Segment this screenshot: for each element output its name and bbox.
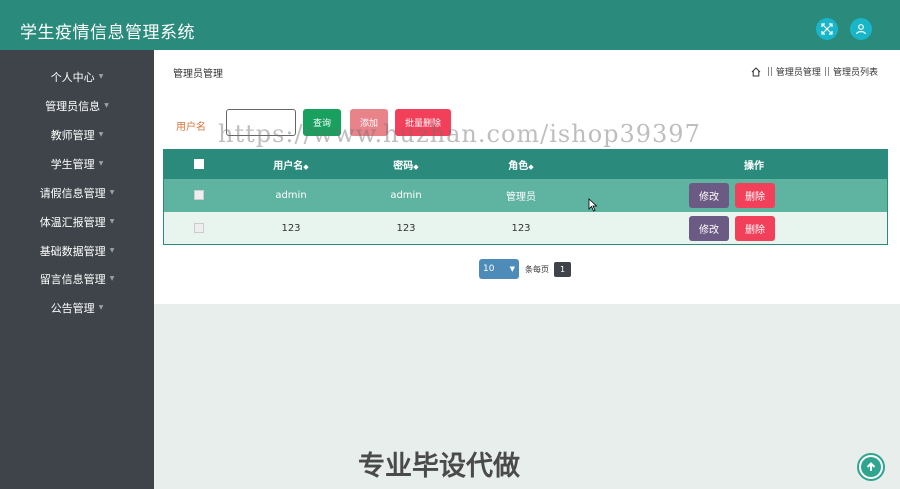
cell-password: 123 [396, 222, 416, 234]
column-header-role[interactable]: 角色◆ [466, 157, 576, 172]
page-size-select[interactable]: 10 ▼ [479, 259, 519, 279]
sidebar-item-leave[interactable]: 请假信息管理 ▼ [0, 178, 154, 207]
delete-button[interactable]: 删除 [735, 183, 775, 208]
sidebar-item-label: 留言信息管理 [39, 272, 106, 286]
page-size-value: 10 [483, 264, 495, 274]
row-checkbox[interactable] [192, 222, 206, 234]
chevron-down-icon: ▼ [109, 218, 115, 225]
cell-role: 管理员 [506, 192, 536, 203]
add-button[interactable]: 添加 [350, 109, 388, 136]
page-number-current[interactable]: 1 [554, 261, 571, 277]
sidebar-item-teachers[interactable]: 教师管理 ▼ [0, 120, 154, 149]
breadcrumb-item-admin[interactable]: 管理员管理 [776, 65, 821, 78]
sidebar-item-profile[interactable]: 个人中心 ▼ [0, 62, 154, 91]
sidebar-item-label: 请假信息管理 [39, 186, 106, 200]
cell-role: 123 [511, 222, 531, 234]
table-row: admin admin 管理员 修改 删除 [164, 179, 887, 212]
chevron-down-icon: ▼ [98, 304, 104, 311]
select-all-checkbox[interactable] [192, 159, 206, 170]
sidebar-item-admin-info[interactable]: 管理员信息 ▼ [0, 91, 154, 120]
home-icon[interactable] [751, 66, 761, 77]
sidebar-item-label: 体温汇报管理 [39, 215, 106, 229]
breadcrumb-item-list: 管理员列表 [832, 68, 878, 78]
chevron-down-icon: ▼ [98, 131, 104, 138]
sort-icon[interactable]: ◆ [303, 163, 308, 171]
cell-password: admin [390, 190, 422, 201]
table-header: 用户名◆ 密码◆ 角色◆ 操作 [164, 150, 887, 179]
chevron-down-icon: ▼ [98, 160, 104, 167]
page-title: 管理员管理 [173, 69, 223, 80]
column-header-actions: 操作 [744, 161, 764, 172]
sidebar-item-messages[interactable]: 留言信息管理 ▼ [0, 264, 154, 293]
delete-button[interactable]: 删除 [735, 215, 775, 241]
sidebar-item-notices[interactable]: 公告管理 ▼ [0, 293, 154, 322]
chevron-down-icon: ▼ [104, 102, 109, 109]
chevron-down-icon: ▼ [98, 73, 104, 80]
sidebar-item-label: 教师管理 [50, 128, 95, 142]
sidebar-item-label: 基础数据管理 [39, 244, 106, 258]
sidebar-item-label: 管理员信息 [45, 99, 101, 113]
query-button[interactable]: 查询 [303, 109, 341, 136]
sidebar-item-base-data[interactable]: 基础数据管理 ▼ [0, 236, 154, 265]
username-search-input[interactable] [226, 109, 296, 136]
edit-button[interactable]: 修改 [689, 215, 729, 241]
chevron-down-icon: ▼ [109, 247, 115, 254]
cell-username: admin [275, 190, 307, 201]
sidebar-item-label: 个人中心 [50, 70, 95, 84]
sort-icon[interactable]: ◆ [413, 163, 418, 171]
arrow-up-icon [866, 462, 876, 471]
fullscreen-button[interactable] [816, 18, 838, 40]
cell-username: 123 [281, 222, 301, 234]
breadcrumb: || 管理员管理 || 管理员列表 [751, 65, 878, 78]
user-menu-button[interactable] [850, 18, 872, 40]
app-title: 学生疫情信息管理系统 [20, 23, 195, 43]
content-panel: 管理员管理 || 管理员管理 || 管理员列表 用户名 查询 添加 批量删除 用… [154, 50, 900, 304]
breadcrumb-separator: || [766, 66, 773, 77]
table-row: 123 123 123 修改 删除 [164, 212, 887, 244]
username-search-label: 用户名 [176, 122, 206, 133]
chevron-down-icon: ▼ [109, 275, 115, 282]
sidebar-item-temperature[interactable]: 体温汇报管理 ▼ [0, 207, 154, 236]
column-header-password[interactable]: 密码◆ [351, 157, 461, 172]
sidebar: 个人中心 ▼ 管理员信息 ▼ 教师管理 ▼ 学生管理 ▼ 请假信息管理 ▼ 体温汇报管理 ▼… [0, 50, 154, 489]
pagination: 10 ▼ 条每页 1 [479, 259, 571, 279]
user-icon [855, 24, 867, 35]
column-header-username[interactable]: 用户名◆ [236, 157, 346, 172]
sort-icon[interactable]: ◆ [528, 163, 533, 171]
sidebar-item-label: 公告管理 [50, 301, 95, 315]
back-to-top-button[interactable] [857, 453, 885, 481]
fullscreen-icon [821, 23, 833, 35]
batch-delete-button[interactable]: 批量删除 [395, 109, 451, 136]
mouse-cursor-icon [588, 198, 598, 212]
promo-text: 专业毕设代做 [358, 451, 520, 482]
sidebar-item-label: 学生管理 [50, 157, 95, 171]
chevron-down-icon: ▼ [509, 265, 515, 273]
top-bar: 学生疫情信息管理系统 [0, 0, 900, 50]
sidebar-item-students[interactable]: 学生管理 ▼ [0, 149, 154, 178]
per-page-label: 条每页 [525, 264, 549, 274]
breadcrumb-separator: || [823, 66, 830, 77]
admin-table: 用户名◆ 密码◆ 角色◆ 操作 admin admin 管理员 修改 删除 12… [163, 149, 888, 245]
chevron-down-icon: ▼ [109, 189, 115, 196]
edit-button[interactable]: 修改 [689, 183, 729, 208]
row-checkbox[interactable] [192, 190, 206, 201]
